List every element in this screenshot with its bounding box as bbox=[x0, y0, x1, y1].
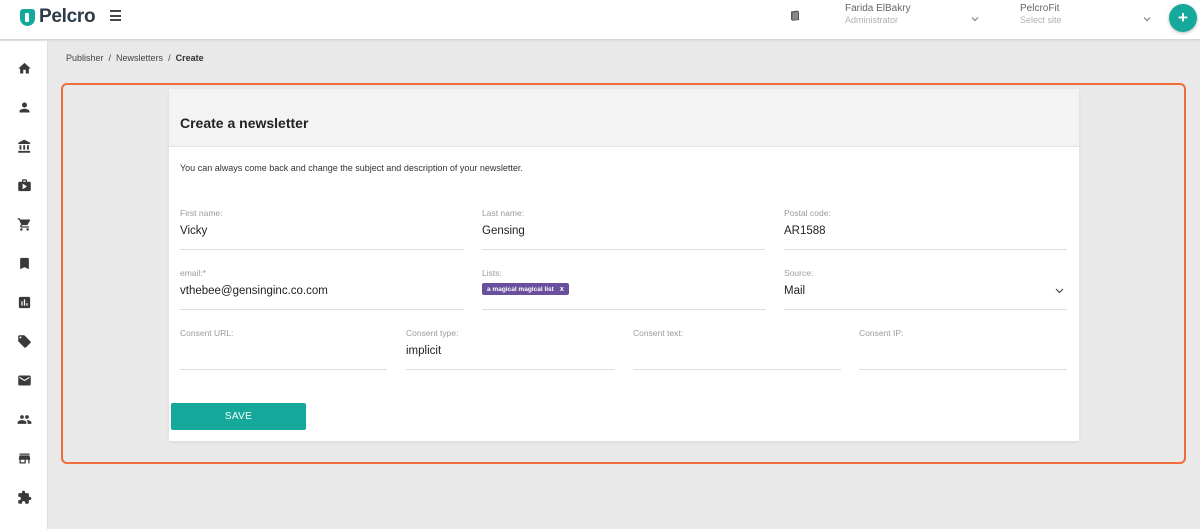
bar-chart-icon bbox=[18, 296, 30, 308]
consent-type-input[interactable]: implicit bbox=[406, 345, 441, 357]
breadcrumb: Publisher / Newsletters / Create bbox=[66, 53, 204, 63]
postal-code-field[interactable]: Postal code: AR1588 bbox=[784, 208, 1067, 250]
first-name-input[interactable]: Vicky bbox=[180, 225, 207, 237]
breadcrumb-separator: / bbox=[108, 53, 112, 63]
sidebar-item-media[interactable] bbox=[15, 176, 33, 194]
postal-code-input[interactable]: AR1588 bbox=[784, 225, 826, 237]
breadcrumb-newsletters[interactable]: Newsletters bbox=[116, 53, 163, 63]
cart-icon bbox=[17, 217, 30, 231]
sidebar-item-members[interactable] bbox=[15, 410, 33, 428]
sidebar-item-coupons[interactable] bbox=[15, 332, 33, 350]
consent-type-label: Consent type: bbox=[406, 328, 459, 338]
pelcro-logo[interactable]: Pelcro bbox=[20, 6, 96, 28]
bank-icon bbox=[17, 139, 30, 153]
sidebar-item-newsletters[interactable] bbox=[15, 371, 33, 389]
consent-url-label: Consent URL: bbox=[180, 328, 234, 338]
email-input[interactable]: vthebee@gensinginc.co.com bbox=[180, 285, 328, 297]
consent-url-field[interactable]: Consent URL: bbox=[180, 328, 387, 370]
lists-label: Lists: bbox=[482, 268, 502, 278]
mail-icon bbox=[17, 375, 31, 385]
lists-field[interactable]: Lists: a magical magical list x bbox=[482, 268, 766, 310]
consent-type-field[interactable]: Consent type: implicit bbox=[406, 328, 615, 370]
sidebar bbox=[0, 41, 48, 529]
user-selector[interactable]: Farida ElBakry Administrator bbox=[845, 3, 985, 31]
consent-text-field[interactable]: Consent text: bbox=[633, 328, 841, 370]
create-newsletter-card: Create a newsletter You can always come … bbox=[169, 89, 1079, 441]
breadcrumb-separator: / bbox=[168, 53, 171, 63]
source-value: Mail bbox=[784, 285, 806, 297]
chevron-down-icon bbox=[1055, 288, 1064, 294]
card-header: Create a newsletter bbox=[169, 89, 1079, 147]
sidebar-item-reports[interactable] bbox=[15, 293, 33, 311]
bookmark-icon bbox=[19, 257, 29, 269]
menu-icon[interactable] bbox=[110, 10, 122, 22]
sidebar-item-integrations[interactable] bbox=[15, 488, 33, 506]
chevron-down-icon bbox=[971, 17, 979, 22]
sidebar-item-users[interactable] bbox=[15, 98, 33, 116]
form-description: You can always come back and change the … bbox=[180, 163, 523, 173]
breadcrumb-create: Create bbox=[175, 53, 204, 63]
user-name: Farida ElBakry bbox=[845, 3, 911, 14]
source-select[interactable]: Source: Mail bbox=[784, 268, 1067, 310]
list-chip-label: a magical magical list bbox=[487, 285, 554, 293]
email-field[interactable]: email:* vthebee@gensinginc.co.com bbox=[180, 268, 464, 310]
pelcro-logo-icon bbox=[20, 8, 35, 26]
site-placeholder: Select site bbox=[1020, 15, 1062, 25]
consent-ip-field[interactable]: Consent IP: bbox=[859, 328, 1067, 370]
list-chip: a magical magical list x bbox=[482, 283, 569, 295]
book-icon[interactable] bbox=[790, 10, 800, 21]
briefcase-play-icon bbox=[17, 178, 31, 191]
sidebar-item-bookmarks[interactable] bbox=[15, 254, 33, 272]
sidebar-item-bank[interactable] bbox=[15, 137, 33, 155]
chevron-down-icon bbox=[1143, 17, 1151, 22]
first-name-label: First name: bbox=[180, 208, 223, 218]
page-title: Create a newsletter bbox=[180, 115, 309, 131]
tag-icon bbox=[17, 334, 31, 348]
last-name-label: Last name: bbox=[482, 208, 525, 218]
sidebar-item-cart[interactable] bbox=[15, 215, 33, 233]
puzzle-icon bbox=[17, 490, 31, 504]
first-name-field[interactable]: First name: Vicky bbox=[180, 208, 464, 250]
email-label: email:* bbox=[180, 268, 206, 278]
sidebar-item-store[interactable] bbox=[15, 449, 33, 467]
site-name: PelcroFit bbox=[1020, 3, 1060, 14]
user-role: Administrator bbox=[845, 15, 899, 25]
postal-code-label: Postal code: bbox=[784, 208, 831, 218]
breadcrumb-publisher[interactable]: Publisher bbox=[66, 53, 104, 63]
add-button[interactable]: + bbox=[1169, 4, 1197, 32]
person-icon bbox=[19, 102, 29, 112]
last-name-field[interactable]: Last name: Gensing bbox=[482, 208, 765, 250]
last-name-input[interactable]: Gensing bbox=[482, 225, 525, 237]
logo-text: Pelcro bbox=[39, 6, 96, 27]
chip-remove-icon[interactable]: x bbox=[560, 286, 564, 293]
top-bar: Pelcro Farida ElBakry Administrator Pelc… bbox=[0, 0, 1200, 40]
sidebar-item-home[interactable] bbox=[15, 59, 33, 77]
source-label: Source: bbox=[784, 268, 814, 278]
save-button[interactable]: SAVE bbox=[171, 403, 306, 430]
consent-ip-label: Consent IP: bbox=[859, 328, 904, 338]
site-selector[interactable]: PelcroFit Select site bbox=[1020, 3, 1155, 31]
people-icon bbox=[17, 414, 31, 424]
store-icon bbox=[18, 453, 30, 463]
consent-text-label: Consent text: bbox=[633, 328, 684, 338]
home-icon bbox=[17, 62, 31, 73]
